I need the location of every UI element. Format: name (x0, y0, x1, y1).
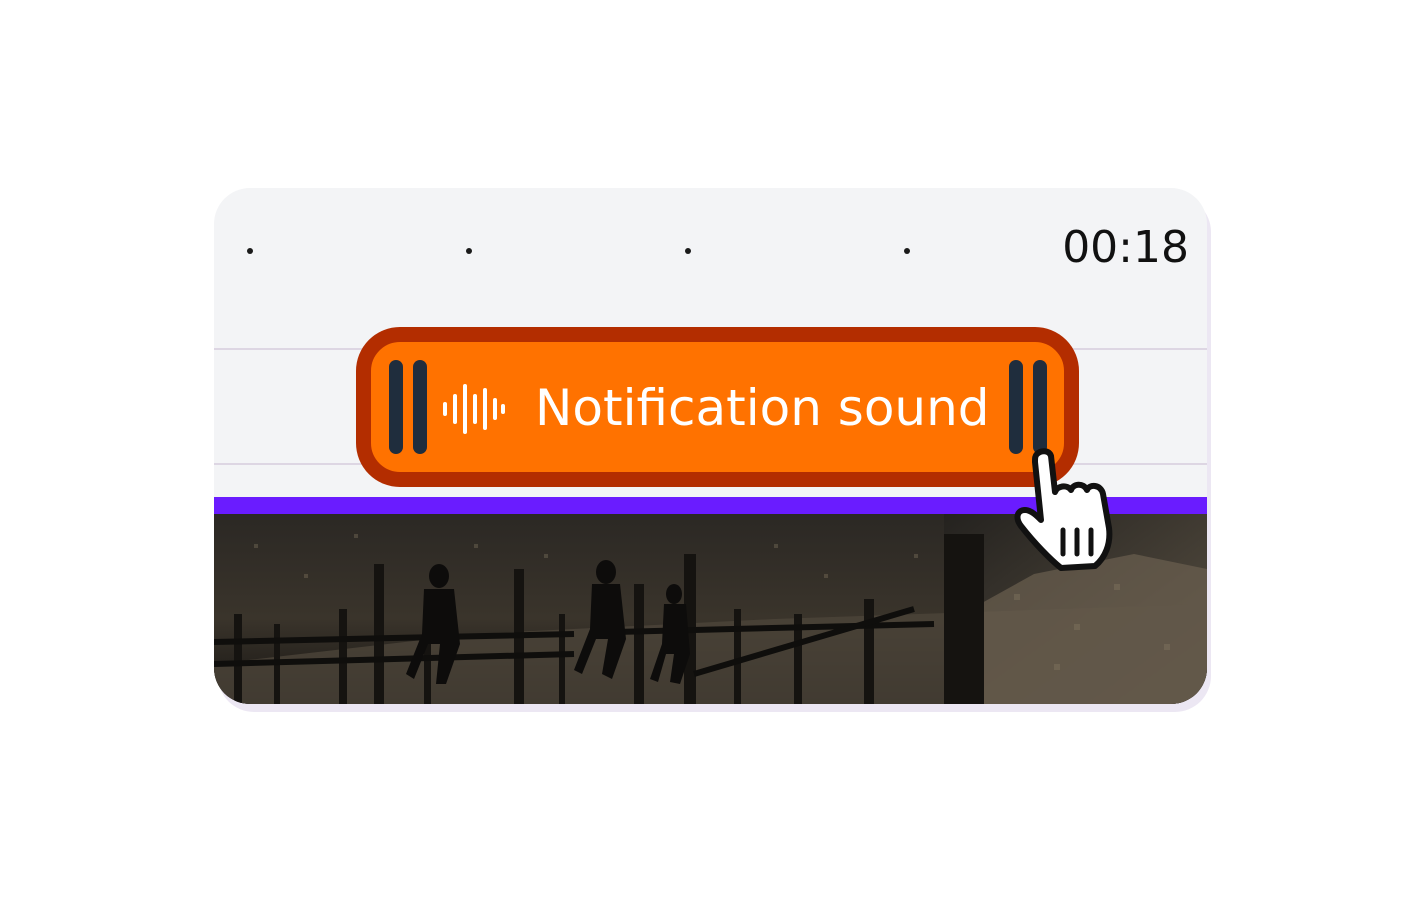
clip-trim-handle-left-inner[interactable] (413, 360, 427, 454)
clip-trim-handle-left[interactable] (389, 360, 403, 454)
timecode-label: 00:18 (1062, 222, 1189, 273)
audio-clip[interactable]: Notification sound (356, 327, 1079, 487)
timeline-ruler[interactable]: 00:18 (214, 188, 1207, 318)
clip-trim-handle-right-inner[interactable] (1009, 360, 1023, 454)
ruler-tick (685, 248, 691, 254)
ruler-tick (247, 248, 253, 254)
ruler-tick (904, 248, 910, 254)
audio-clip-label: Notification sound (535, 379, 990, 437)
clip-trim-handle-right[interactable] (1033, 360, 1047, 454)
ruler-tick (466, 248, 472, 254)
editor-stage: 00:18 Notification sound (0, 0, 1421, 900)
hand-pointer-icon (1014, 448, 1113, 571)
sound-wave-icon (443, 384, 505, 434)
